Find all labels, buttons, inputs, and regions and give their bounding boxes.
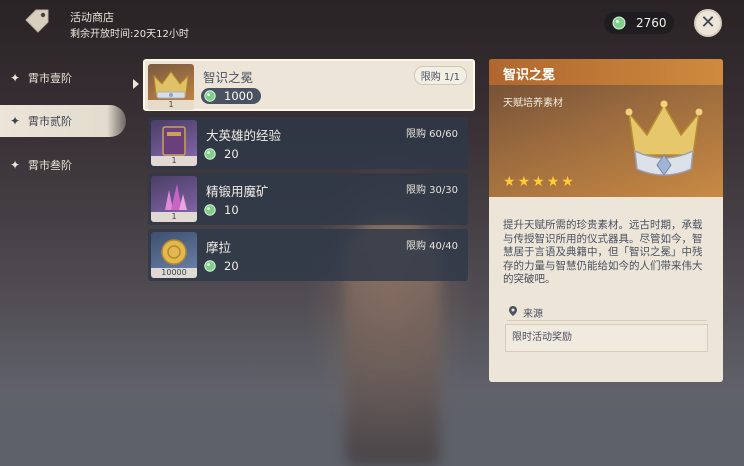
item-quantity: 10000 — [151, 268, 197, 278]
sparkle-icon: ✦ — [9, 114, 21, 128]
shop-item-mora[interactable]: 10000 摩拉 限购 40/40 20 — [148, 229, 468, 281]
source-label: 来源 — [523, 309, 543, 320]
star-icon: ★ — [561, 174, 574, 190]
price-value: 20 — [224, 147, 239, 161]
header: 活动商店 剩余开放时间:20天12小时 2760 ✕ — [0, 0, 744, 48]
close-button[interactable]: ✕ — [694, 9, 722, 37]
purchase-limit: 限购 30/30 — [406, 185, 458, 196]
item-name: 摩拉 — [206, 240, 232, 255]
tab-tier-3[interactable]: ✦ 霄市叁阶 — [0, 149, 126, 181]
item-thumbnail: 10000 — [151, 232, 197, 278]
green-gem-icon — [204, 260, 216, 272]
source-entry[interactable]: 限时活动奖励 — [505, 324, 708, 352]
item-quantity: 1 — [151, 156, 197, 166]
item-quantity: 1 — [148, 100, 194, 110]
currency-amount: 2760 — [636, 16, 667, 30]
star-icon: ★ — [503, 174, 516, 190]
green-gem-icon — [204, 148, 216, 160]
detail-item-name: 智识之冕 — [503, 68, 556, 83]
purchase-limit: 限购 60/60 — [406, 129, 458, 140]
rarity-stars: ★ ★ ★ ★ ★ — [503, 175, 574, 189]
item-price: 1000 — [201, 88, 262, 104]
purchase-limit: 限购 40/40 — [406, 241, 458, 252]
item-thumbnail: 1 — [148, 64, 194, 110]
tab-tier-1[interactable]: ✦ 霄市壹阶 — [0, 62, 126, 94]
close-icon: ✕ — [700, 12, 716, 33]
purchase-limit: 限购 1/1 — [413, 66, 467, 85]
sparkle-icon: ✦ — [9, 71, 21, 85]
star-icon: ★ — [532, 174, 545, 190]
green-gem-icon — [204, 90, 216, 102]
item-quantity: 1 — [151, 212, 197, 222]
green-gem-icon — [612, 16, 626, 30]
crown-icon — [621, 95, 707, 185]
item-price: 20 — [204, 259, 239, 273]
item-price: 20 — [204, 147, 239, 161]
detail-description: 提升天赋所需的珍贵素材。远古时期，承载与传授智识所用的仪式器具。尽管如今，智慧居… — [503, 219, 703, 285]
green-gem-icon — [204, 204, 216, 216]
item-thumbnail: 1 — [151, 176, 197, 222]
star-icon: ★ — [517, 174, 531, 190]
selection-arrow-icon — [133, 79, 139, 89]
shop-title: 活动商店 — [70, 11, 114, 24]
item-thumbnail: 1 — [151, 120, 197, 166]
tab-label: 霄市贰阶 — [28, 115, 72, 128]
currency-display: 2760 — [604, 12, 674, 34]
shop-item-heros-wit[interactable]: 1 大英雄的经验 限购 60/60 20 — [148, 117, 468, 169]
shop-tag-icon — [22, 8, 52, 36]
tab-tier-2[interactable]: ✦ 霄市贰阶 — [0, 105, 126, 137]
time-remaining: 剩余开放时间:20天12小时 — [70, 29, 189, 40]
divider — [507, 320, 707, 321]
price-value: 10 — [224, 203, 239, 217]
source-heading: 来源 — [509, 305, 543, 320]
item-name: 精锻用魔矿 — [206, 184, 269, 199]
detail-item-type: 天赋培养素材 — [503, 98, 563, 109]
price-value: 20 — [224, 259, 239, 273]
price-value: 1000 — [224, 89, 254, 103]
star-icon: ★ — [546, 174, 560, 190]
item-name: 大英雄的经验 — [206, 128, 282, 143]
shop-item-crown[interactable]: 1 智识之冕 限购 1/1 1000 — [143, 59, 475, 111]
item-price: 10 — [204, 203, 239, 217]
tab-label: 霄市壹阶 — [28, 72, 72, 85]
sparkle-icon: ✦ — [9, 158, 21, 172]
item-name: 智识之冕 — [203, 70, 254, 85]
item-detail-panel: 智识之冕 天赋培养素材 ★ ★ ★ ★ ★ 提升天赋所需的珍贵素材。远古时期，承… — [489, 59, 723, 382]
tab-label: 霄市叁阶 — [28, 159, 72, 172]
location-pin-icon — [509, 306, 517, 319]
shop-item-mystic-ore[interactable]: 1 精锻用魔矿 限购 30/30 10 — [148, 173, 468, 225]
